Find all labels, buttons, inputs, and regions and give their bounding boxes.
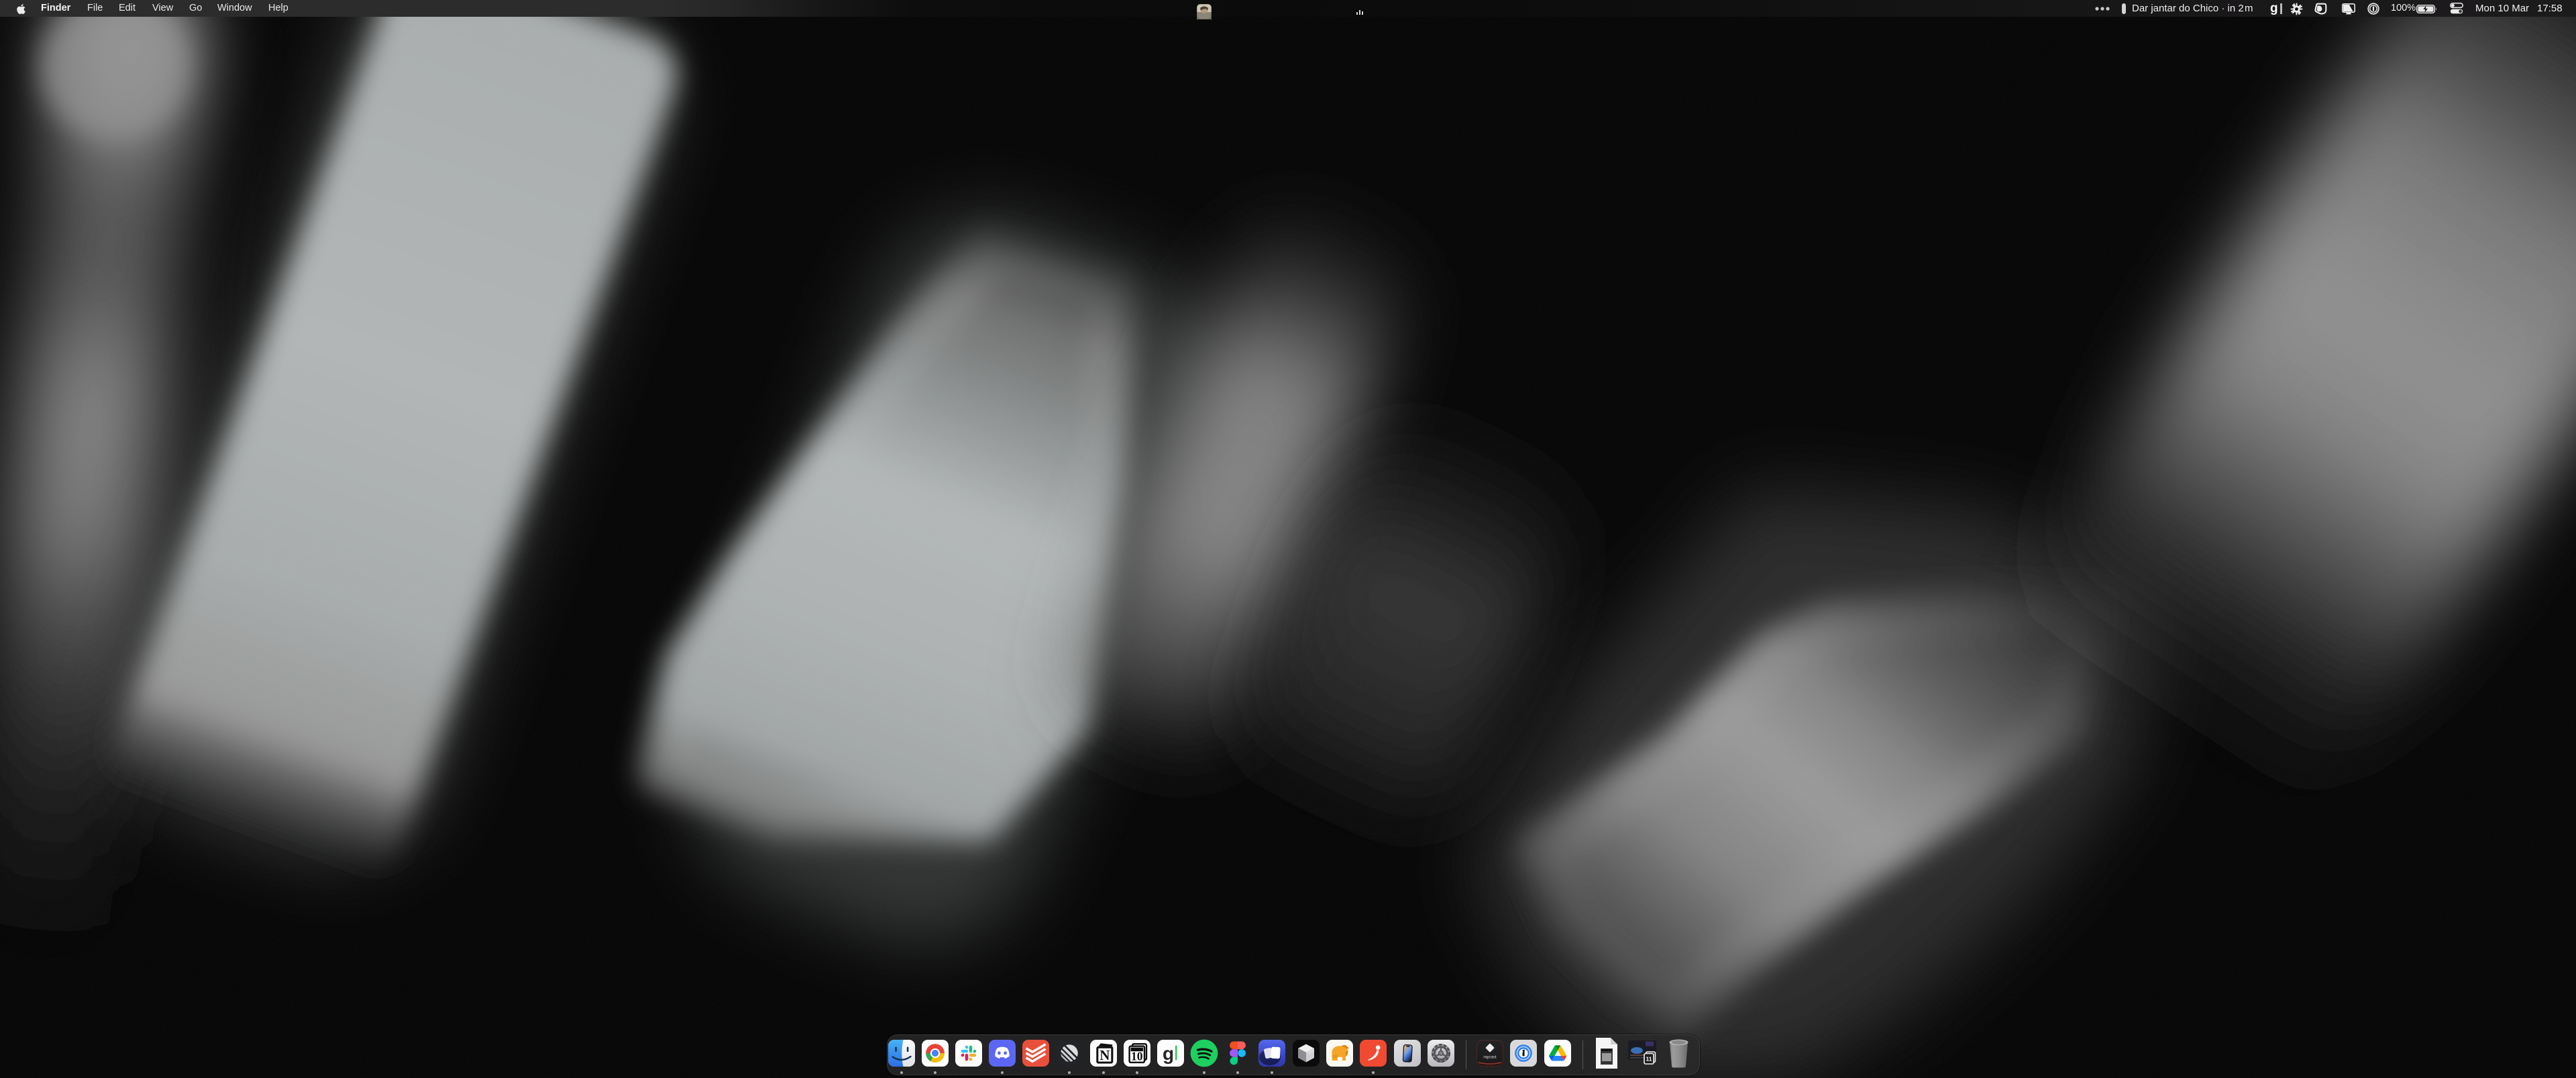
svg-text:N: N — [1099, 1047, 1110, 1063]
svg-text:10: 10 — [1131, 1050, 1143, 1063]
svg-text:g: g — [1163, 1043, 1174, 1064]
svg-text:raycast: raycast — [1483, 1056, 1497, 1060]
svg-text:11: 11 — [1646, 1055, 1652, 1062]
